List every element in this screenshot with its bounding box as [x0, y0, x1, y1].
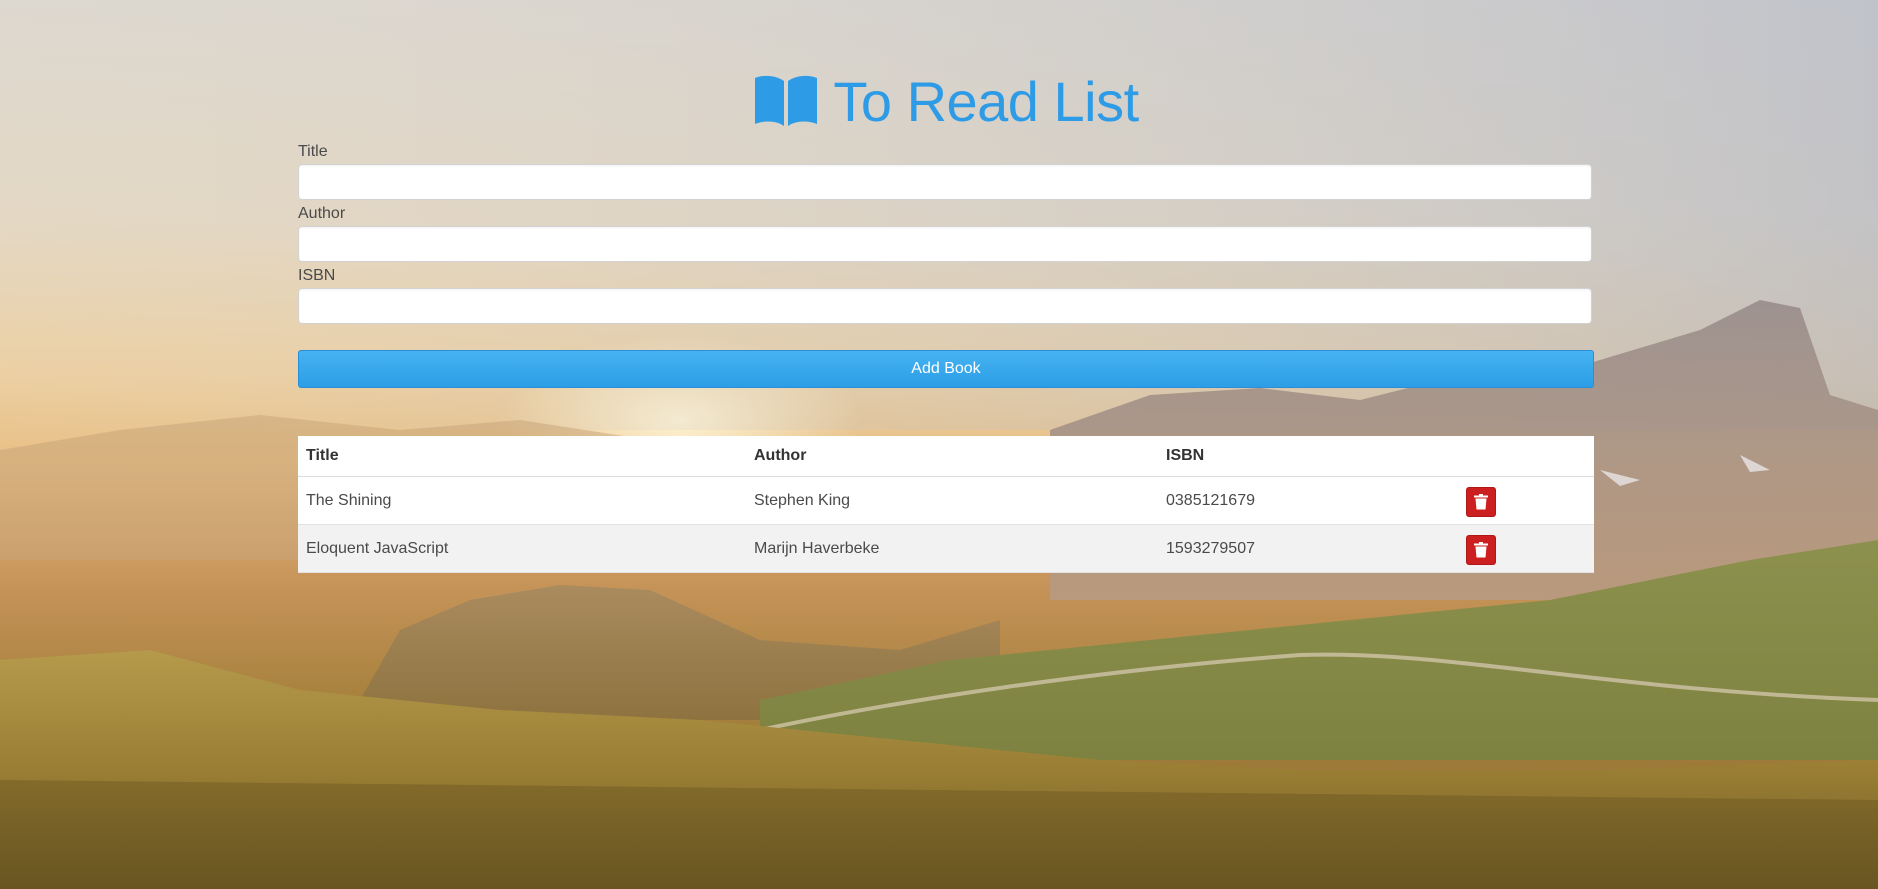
- book-isbn-cell: 0385121679: [1158, 476, 1458, 525]
- author-input[interactable]: [298, 226, 1592, 262]
- book-open-icon: [755, 75, 818, 126]
- table-row: The Shining Stephen King 0385121679: [298, 476, 1594, 525]
- isbn-input[interactable]: [298, 288, 1592, 324]
- book-list-table: Title Author ISBN The Shining Stephen Ki…: [298, 436, 1594, 573]
- isbn-label: ISBN: [298, 267, 336, 284]
- column-header-author: Author: [746, 436, 1158, 477]
- table-header-row: Title Author ISBN: [298, 436, 1594, 477]
- title-input[interactable]: [298, 164, 1592, 200]
- page-title: To Read List: [298, 66, 1594, 136]
- book-author-cell: Stephen King: [746, 476, 1158, 525]
- book-title-cell: Eloquent JavaScript: [298, 524, 746, 573]
- column-header-title: Title: [298, 436, 746, 477]
- book-author-cell: Marijn Haverbeke: [746, 524, 1158, 573]
- delete-book-button[interactable]: [1466, 535, 1496, 565]
- title-label: Title: [298, 143, 328, 160]
- author-label: Author: [298, 205, 346, 222]
- add-book-button[interactable]: Add Book: [298, 350, 1594, 388]
- column-header-actions: [1458, 436, 1594, 477]
- page-title-text: To Read List: [833, 69, 1139, 133]
- trash-icon: [1474, 542, 1488, 558]
- book-actions-cell: [1458, 524, 1594, 573]
- trash-icon: [1474, 494, 1488, 510]
- book-actions-cell: [1458, 476, 1594, 525]
- delete-book-button[interactable]: [1466, 487, 1496, 517]
- book-isbn-cell: 1593279507: [1158, 524, 1458, 573]
- column-header-isbn: ISBN: [1158, 436, 1458, 477]
- book-title-cell: The Shining: [298, 476, 746, 525]
- table-row: Eloquent JavaScript Marijn Haverbeke 159…: [298, 524, 1594, 573]
